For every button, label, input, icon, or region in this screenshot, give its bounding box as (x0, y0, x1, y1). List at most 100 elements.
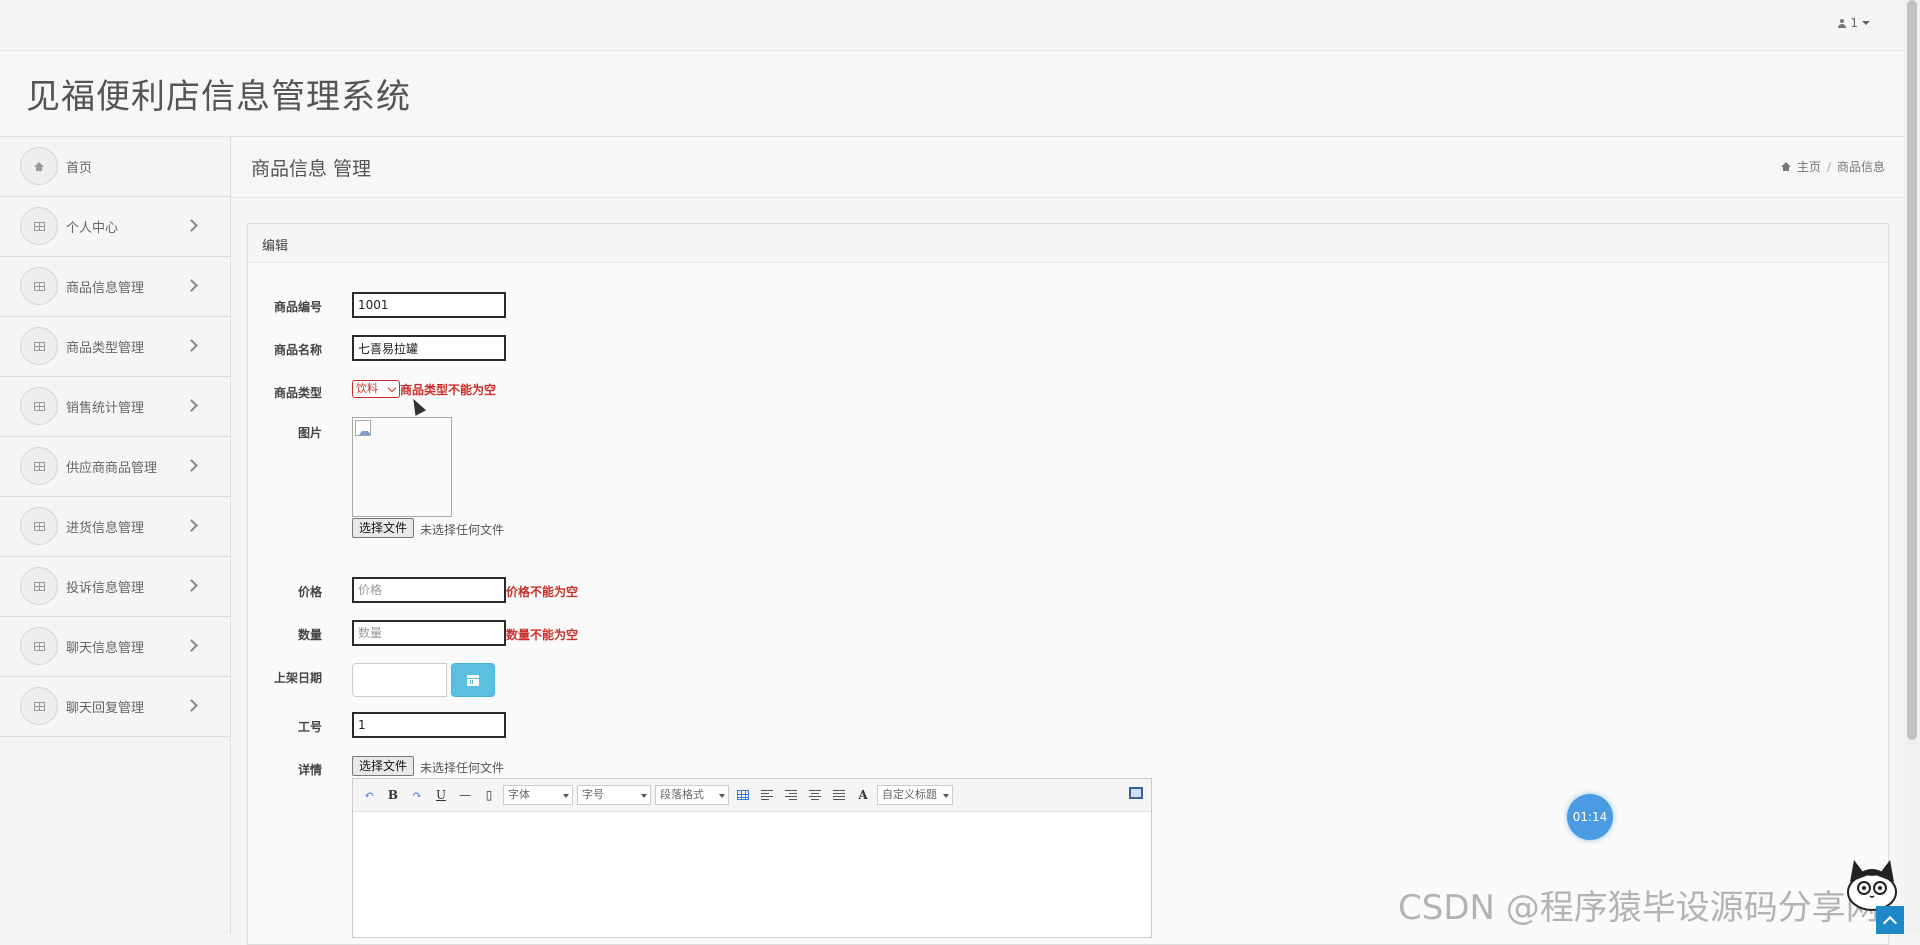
user-label: 1 (1850, 16, 1858, 30)
align-center-icon[interactable] (805, 785, 825, 805)
align-justify-icon[interactable] (829, 785, 849, 805)
sidebar-item-label: 聊天信息管理 (66, 641, 145, 656)
table-icon (33, 521, 45, 531)
chevron-right-icon (185, 699, 198, 712)
page-icon[interactable]: ▯ (479, 785, 499, 805)
redo-icon[interactable]: ↷ (407, 785, 427, 805)
date-input[interactable] (352, 663, 447, 697)
chevron-right-icon (185, 639, 198, 652)
sidebar: 首页 个人中心 商品信息管理 商品类型管理 销售统计管理 供应商商品管理 进货信… (0, 137, 231, 934)
broken-image-icon (355, 420, 371, 436)
panel-heading: 编辑 (248, 224, 1888, 263)
sidebar-item-purchase[interactable]: 进货信息管理 (0, 497, 230, 557)
code-input[interactable] (352, 292, 506, 318)
panel-title: 编辑 (262, 239, 289, 254)
vertical-scrollbar[interactable] (1904, 0, 1920, 934)
type-error: 商品类型不能为空 (400, 383, 497, 397)
user-icon (1838, 18, 1847, 28)
code-label: 商品编号 (273, 300, 322, 314)
home-icon-circle (20, 147, 58, 185)
horizontal-rule-icon[interactable]: — (455, 785, 475, 805)
font-color-button[interactable]: A (853, 785, 873, 805)
image-file-note: 未选择任何文件 (420, 523, 505, 537)
home-icon (34, 161, 44, 171)
date-label: 上架日期 (273, 671, 322, 685)
sidebar-item-product-type[interactable]: 商品类型管理 (0, 317, 230, 377)
image-label: 图片 (297, 426, 322, 440)
sidebar-item-label: 首页 (66, 161, 93, 176)
underline-button[interactable]: U (431, 785, 451, 805)
align-left-icon[interactable] (757, 785, 777, 805)
type-select-value: 饮料 (356, 382, 378, 395)
paragraph-format-dropdown[interactable]: 段落格式 (655, 785, 729, 805)
editor-toolbar: ↶ B ↷ U — ▯ 字体 字号 段落格式 A 自定义标题 (353, 779, 1151, 812)
timer-badge: 01:14 (1567, 794, 1613, 840)
table-icon (33, 221, 45, 231)
sidebar-item-label: 投诉信息管理 (66, 581, 145, 596)
sidebar-item-supplier-products[interactable]: 供应商商品管理 (0, 437, 230, 497)
app-title: 见福便利店信息管理系统 (26, 77, 411, 117)
price-input[interactable] (352, 577, 506, 603)
sidebar-item-sales-stats[interactable]: 销售统计管理 (0, 377, 230, 437)
chevron-down-icon (387, 383, 397, 393)
table-icon (33, 641, 45, 651)
sidebar-item-profile[interactable]: 个人中心 (0, 197, 230, 257)
sidebar-item-product-info[interactable]: 商品信息管理 (0, 257, 230, 317)
detail-file-button[interactable]: 选择文件 (352, 756, 415, 776)
name-label: 商品名称 (273, 343, 322, 357)
custom-title-dropdown[interactable]: 自定义标题 (877, 785, 953, 805)
price-error: 价格不能为空 (506, 585, 579, 599)
back-to-top-button[interactable] (1876, 906, 1904, 934)
watermark-text: CSDN @程序猿毕设源码分享网 (1398, 888, 1880, 928)
calendar-icon (467, 674, 479, 686)
sidebar-item-chat-reply[interactable]: 聊天回复管理 (0, 677, 230, 737)
chevron-right-icon (185, 219, 198, 232)
top-navbar: 1 (0, 0, 1904, 51)
sidebar-item-chat[interactable]: 聊天信息管理 (0, 617, 230, 677)
table-icon-circle (20, 267, 58, 305)
table-icon (33, 341, 45, 351)
type-select[interactable]: 饮料 (352, 380, 400, 398)
table-icon-circle (20, 387, 58, 425)
table-icon-circle (20, 567, 58, 605)
detail-file-note: 未选择任何文件 (420, 761, 505, 775)
sidebar-item-label: 销售统计管理 (66, 401, 145, 416)
font-size-dropdown[interactable]: 字号 (577, 785, 651, 805)
chevron-right-icon (185, 579, 198, 592)
sidebar-item-label: 进货信息管理 (66, 521, 145, 536)
sidebar-item-label: 商品信息管理 (66, 281, 145, 296)
caret-down-icon (1862, 21, 1870, 25)
chevron-right-icon (185, 459, 198, 472)
align-right-icon[interactable] (781, 785, 801, 805)
scrollbar-thumb[interactable] (1907, 0, 1917, 740)
font-family-dropdown[interactable]: 字体 (503, 785, 573, 805)
brand-header: 见福便利店信息管理系统 (0, 51, 1904, 137)
type-label: 商品类型 (273, 386, 322, 400)
quantity-input[interactable] (352, 620, 506, 646)
table-icon-circle (20, 447, 58, 485)
table-icon (33, 581, 45, 591)
page-header: 商品信息 管理 主页 / 商品信息 (231, 137, 1904, 198)
bold-button[interactable]: B (383, 785, 403, 805)
staff-no-input[interactable] (352, 712, 506, 738)
fullscreen-icon[interactable] (1129, 787, 1143, 799)
table-icon-circle (20, 507, 58, 545)
calendar-button[interactable] (451, 663, 495, 697)
sidebar-item-home[interactable]: 首页 (0, 137, 230, 197)
sidebar-item-complaints[interactable]: 投诉信息管理 (0, 557, 230, 617)
rich-text-editor[interactable]: ↶ B ↷ U — ▯ 字体 字号 段落格式 A 自定义标题 (352, 778, 1152, 938)
table-icon[interactable] (733, 785, 753, 805)
chevron-right-icon (185, 279, 198, 292)
table-icon (33, 401, 45, 411)
image-file-button[interactable]: 选择文件 (352, 518, 415, 538)
table-icon (33, 281, 45, 291)
chevron-right-icon (185, 339, 198, 352)
table-icon (33, 461, 45, 471)
user-menu[interactable]: 1 (1838, 16, 1870, 30)
name-input[interactable] (352, 335, 506, 361)
undo-icon[interactable]: ↶ (359, 785, 379, 805)
breadcrumb-separator: / (1826, 159, 1831, 174)
table-icon-circle (20, 207, 58, 245)
table-icon-circle (20, 687, 58, 725)
breadcrumb-home[interactable]: 主页 (1797, 158, 1821, 175)
